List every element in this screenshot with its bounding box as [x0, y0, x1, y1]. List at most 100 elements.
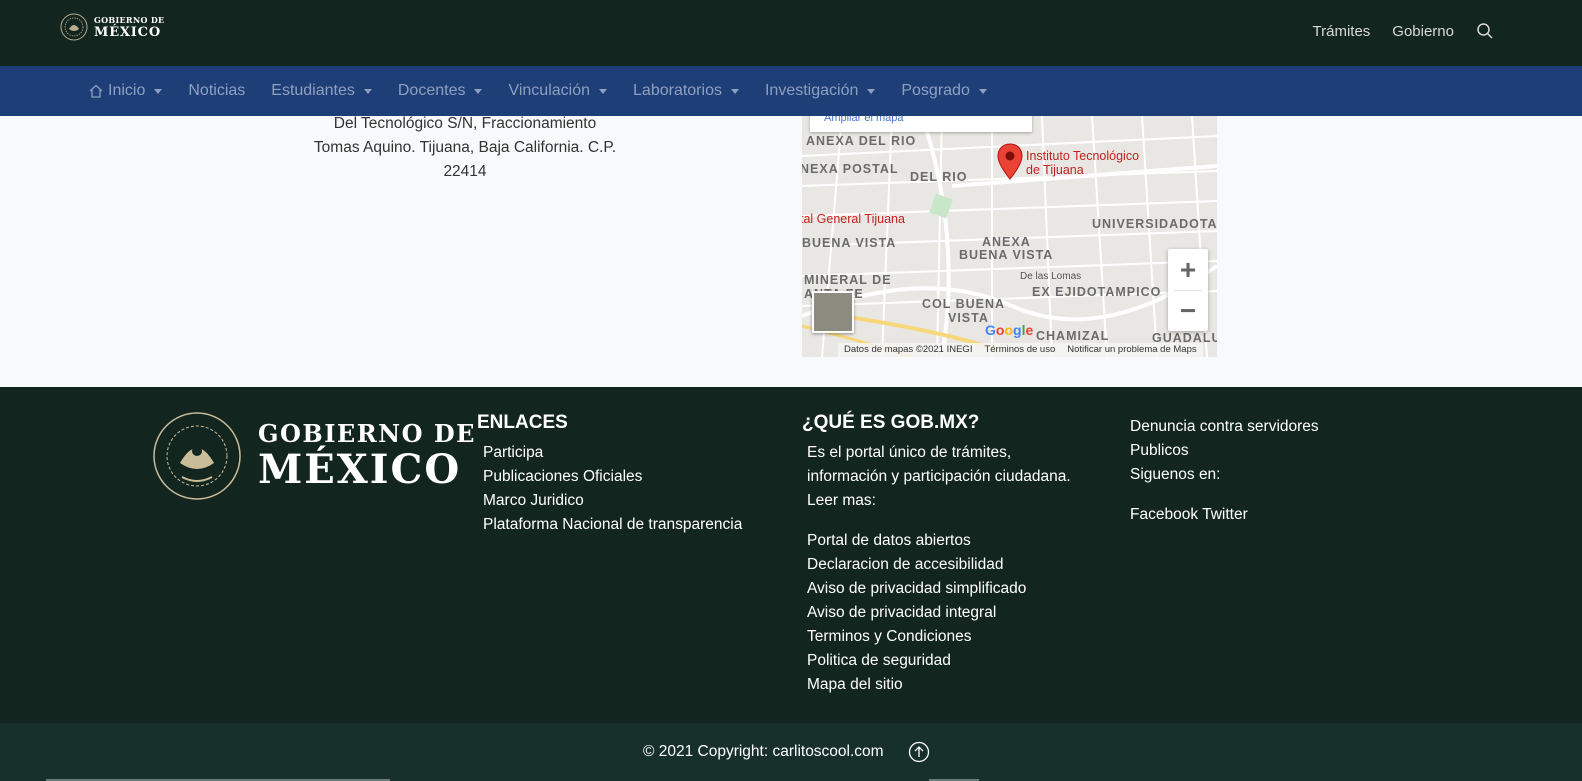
nav-noticias-label: Noticias [188, 82, 246, 99]
logo-line-2: MÉXICO [94, 24, 161, 40]
map-report-link[interactable]: Notificar un problema de Maps [1067, 344, 1196, 356]
map-area-label: MINERAL DE [804, 273, 892, 287]
chevron-down-icon [363, 88, 372, 94]
footer-link-seguridad[interactable]: Politica de seguridad [807, 649, 1102, 673]
footer-link-participa[interactable]: Participa [483, 441, 742, 465]
chevron-down-icon [474, 88, 483, 94]
map-data-credit: Datos de mapas ©2021 INEGI [844, 344, 973, 355]
zoom-controls: + − [1168, 249, 1208, 331]
google-logo: Google [985, 322, 1034, 338]
poi-label[interactable]: Instituto Tecnológico de Tijuana [1026, 149, 1139, 177]
siguenos-label: Siguenos en: [1130, 466, 1221, 483]
chevron-down-icon [730, 88, 739, 94]
denuncia-column: Denuncia contra servidores Publicos Sigu… [1130, 415, 1360, 527]
nav-estudiantes[interactable]: Estudiantes [271, 82, 372, 100]
footer-link-terminos[interactable]: Terminos y Condiciones [807, 625, 1102, 649]
street-label: De las Lomas [1020, 271, 1082, 282]
denuncia-link-line-1[interactable]: Denuncia contra servidores [1130, 415, 1360, 439]
embedded-map[interactable]: Ampliar el mapa ANEXA DEL RIO NEXA POSTA… [802, 116, 1217, 357]
denuncia-link-line-2[interactable]: Publicos [1130, 439, 1360, 463]
nav-vinculacion[interactable]: Vinculación [508, 82, 608, 100]
gobierno-mexico-logo[interactable]: GOBIERNO DE MÉXICO [60, 13, 164, 41]
mexico-seal-icon [60, 13, 88, 41]
address-line-2: Tomas Aquino. Tijuana, Baja California. … [313, 139, 617, 156]
map-area-label: NEXA POSTAL [802, 162, 899, 176]
nav-docentes-label: Docentes [397, 82, 466, 99]
enlaces-column: ENLACES Participa Publicaciones Oficiale… [477, 411, 742, 537]
gob-title: ¿QUÉ ES GOB.MX? [802, 412, 980, 433]
zoom-divider [1174, 290, 1202, 291]
poi-name-line-1: Instituto Tecnológico [1026, 149, 1140, 163]
footer-link-datos-abiertos[interactable]: Portal de datos abiertos [807, 529, 1102, 553]
social-links[interactable]: Facebook Twitter [1130, 503, 1360, 527]
nav-investigacion[interactable]: Investigación [764, 82, 876, 100]
enlarge-map-label: Ampliar el mapa [824, 116, 904, 124]
nav-laboratorios[interactable]: Laboratorios [633, 82, 739, 100]
chevron-down-icon [154, 88, 163, 94]
map-area-label: UNIVERSIDADOTA [1092, 217, 1217, 231]
footer-link-marco-juridico[interactable]: Marco Juridico [483, 489, 742, 513]
copyright-bar: © 2021 Copyright: carlitoscool.com [0, 723, 1582, 781]
enlarge-map-link[interactable]: Ampliar el mapa [810, 116, 1032, 132]
address-block: Del Tecnológico S/N, Fraccionamiento Tom… [300, 112, 630, 184]
map-footer: Datos de mapas ©2021 INEGI Términos de u… [838, 343, 1203, 357]
footer-link-transparencia[interactable]: Plataforma Nacional de transparencia [483, 513, 742, 537]
chevron-down-icon [978, 88, 987, 94]
chevron-down-icon [867, 88, 876, 94]
nav-inicio[interactable]: Inicio [88, 82, 163, 100]
main-navbar: Inicio Noticias Estudiantes Docentes Vin… [0, 66, 1582, 116]
poi-name-line-2: de Tijuana [1026, 163, 1084, 177]
nav-posgrado[interactable]: Posgrado [901, 82, 987, 100]
nav-docentes[interactable]: Docentes [398, 82, 483, 100]
map-area-label: CHAMIZAL [1036, 329, 1110, 343]
gob-desc-1: Es el portal único de trámites, [807, 444, 1012, 461]
footer-link-mapa-sitio[interactable]: Mapa del sitio [807, 673, 1102, 697]
footer-link-privacidad-simplificado[interactable]: Aviso de privacidad simplificado [807, 577, 1102, 601]
logo-line-1: GOBIERNO DE [94, 14, 165, 25]
copyright-text: © 2021 Copyright: carlitoscool.com [643, 743, 884, 760]
satellite-toggle[interactable] [812, 291, 854, 333]
map-area-label: DEL RIO [910, 170, 968, 184]
nav-noticias[interactable]: Noticias [188, 82, 245, 100]
map-area-label: VISTA [948, 311, 989, 325]
map-area-label: EX EJIDOTAMPICO [1032, 285, 1162, 299]
enlaces-title: ENLACES [477, 412, 568, 433]
site-footer: GOBIERNO DE MÉXICO ENLACES Participa Pub… [0, 387, 1582, 723]
footer-link-accesibilidad[interactable]: Declaracion de accesibilidad [807, 553, 1102, 577]
address-line-1: Del Tecnológico S/N, Fraccionamiento [333, 115, 597, 132]
zoom-out-button[interactable]: − [1168, 290, 1208, 331]
map-area-label: COL BUENA [922, 297, 1006, 311]
gob-desc-2: información y participación ciudadana. [807, 468, 1071, 485]
home-icon [89, 84, 103, 98]
nav-laboratorios-label: Laboratorios [633, 82, 722, 99]
gov-nav: Trámites Gobierno [1313, 22, 1495, 40]
nav-investigacion-label: Investigación [764, 82, 859, 99]
footer-gobierno-logo[interactable]: GOBIERNO DE MÉXICO [152, 411, 476, 501]
government-header: GOBIERNO DE MÉXICO Trámites Gobierno [0, 0, 1582, 66]
search-icon[interactable] [1476, 22, 1494, 40]
map-area-label: BUENA VISTA [802, 236, 897, 250]
address-line-3: 22414 [443, 163, 487, 180]
gobierno-link[interactable]: Gobierno [1392, 23, 1454, 40]
gob-desc-3: Leer mas: [807, 492, 876, 509]
nav-vinculacion-label: Vinculación [508, 82, 591, 99]
map-terms-link[interactable]: Términos de uso [984, 344, 1055, 356]
nav-inicio-label: Inicio [108, 82, 146, 99]
arrow-up-circle-icon[interactable] [908, 741, 930, 763]
tramites-link[interactable]: Trámites [1313, 23, 1371, 40]
footer-logo-line-2: MÉXICO [258, 446, 462, 493]
mexico-seal-icon [153, 412, 241, 500]
zoom-in-button[interactable]: + [1168, 249, 1208, 290]
map-pin-icon[interactable] [997, 143, 1023, 181]
nav-estudiantes-label: Estudiantes [271, 82, 355, 99]
map-area-label: ANEXA DEL RIO [806, 134, 917, 148]
map-area-label: BUENA VISTA [959, 248, 1054, 262]
footer-link-privacidad-integral[interactable]: Aviso de privacidad integral [807, 601, 1102, 625]
footer-link-publicaciones[interactable]: Publicaciones Oficiales [483, 465, 742, 489]
poi-hospital-label[interactable]: tal General Tijuana [802, 212, 905, 226]
chevron-down-icon [599, 88, 608, 94]
gob-column: ¿QUÉ ES GOB.MX? Es el portal único de tr… [802, 411, 1102, 697]
footer-logo-line-1: GOBIERNO DE [258, 419, 476, 448]
nav-posgrado-label: Posgrado [901, 82, 970, 99]
map-area-label: ANEXA [982, 235, 1031, 249]
